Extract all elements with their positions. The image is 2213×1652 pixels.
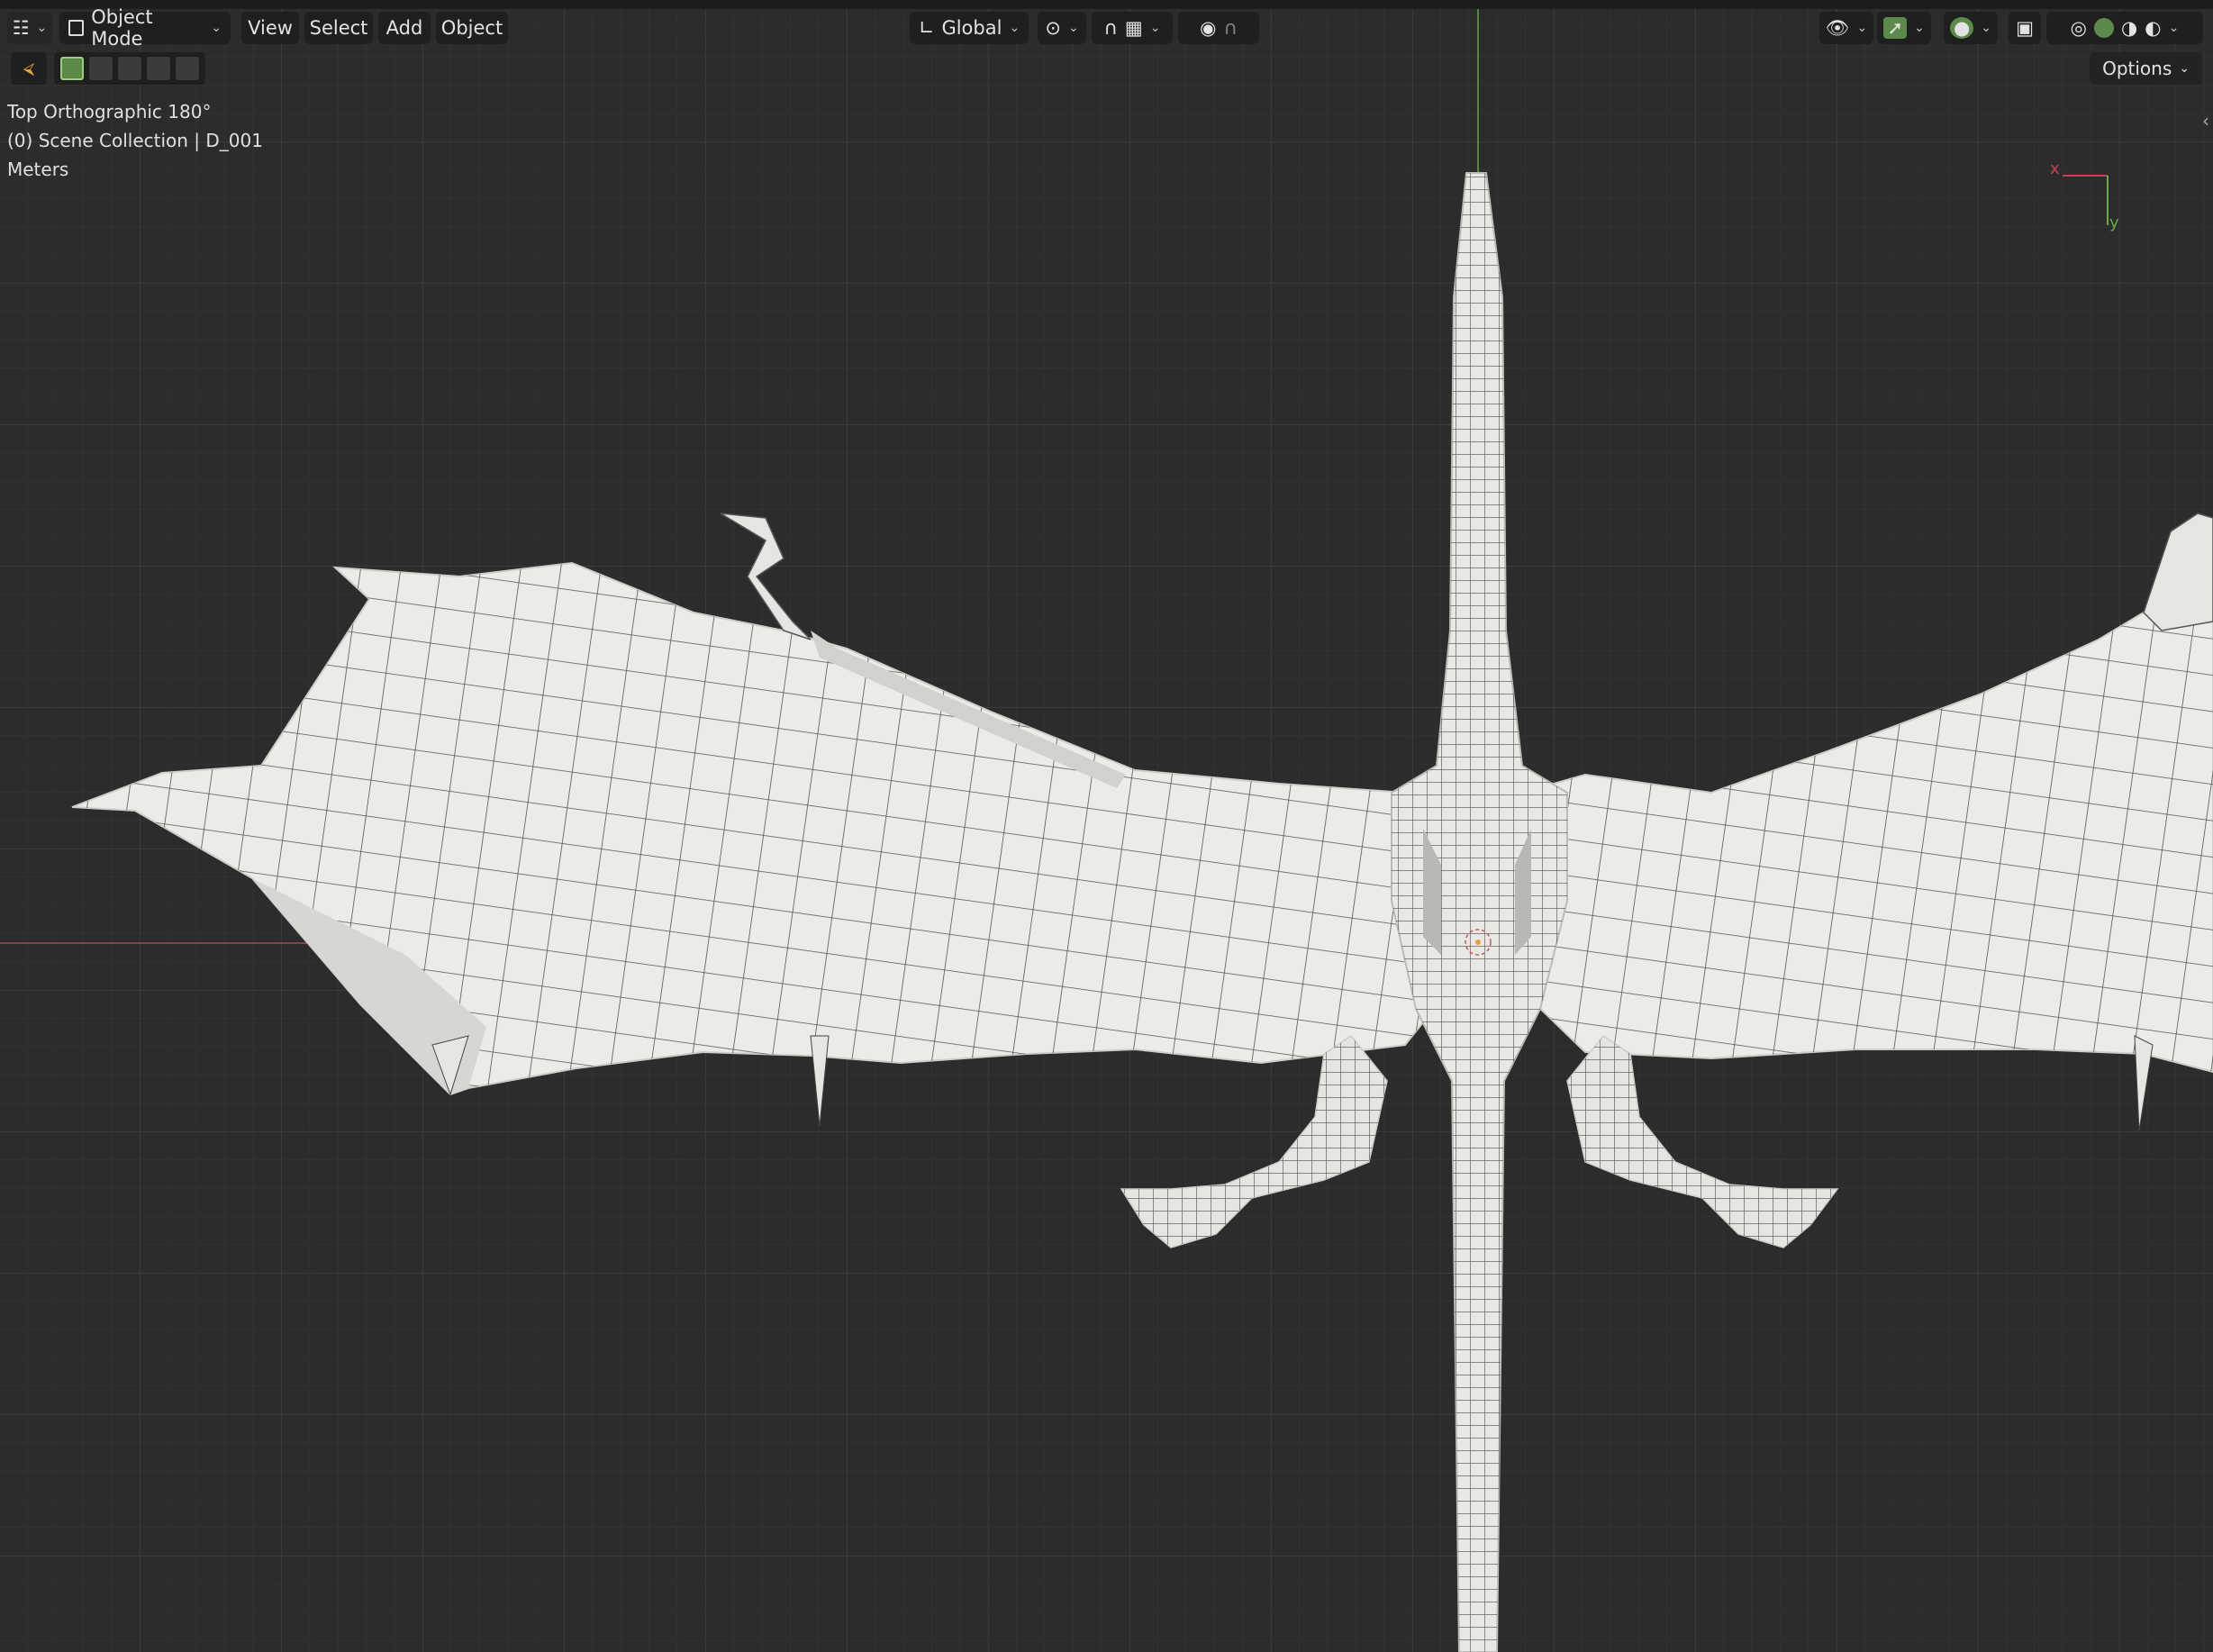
left-leg (1120, 1034, 1388, 1248)
chevron-down-icon: ⌄ (211, 21, 222, 35)
menu-select-label: Select (309, 17, 368, 39)
viewport-header: ☷ ⌄ Object Mode ⌄ View Select Add Object … (0, 0, 2213, 52)
orientation-label: Global (941, 17, 1002, 39)
options-label: Options (2102, 58, 2172, 79)
gizmo-toggle[interactable]: ➚ ⌄ (1877, 12, 1931, 44)
invert-selection-icon[interactable] (147, 57, 170, 80)
visibility-dropdown[interactable]: 👁 ⌄ (1819, 12, 1873, 44)
mode-dropdown[interactable]: Object Mode ⌄ (59, 6, 231, 50)
falloff-curve-icon: ∩ (1223, 17, 1238, 39)
proportional-edit-icon: ◉ (1200, 17, 1217, 39)
mode-label: Object Mode (91, 6, 153, 50)
menu-view[interactable]: View (241, 12, 299, 44)
snap-controls[interactable]: ∩ ▦ ⌄ (1092, 12, 1173, 44)
transform-orientation-dropdown[interactable]: ∟ Global ⌄ (910, 12, 1029, 44)
chevron-down-icon: ⌄ (1913, 21, 1925, 35)
object-mode-icon (68, 20, 85, 36)
navigation-gizmo[interactable]: x y (2045, 158, 2119, 239)
chevron-down-icon: ⌄ (2168, 21, 2180, 35)
editor-type-button[interactable]: ☷ ⌄ (7, 12, 52, 44)
dragon-mesh[interactable] (0, 0, 2213, 1652)
subtract-selection-icon[interactable] (118, 57, 141, 80)
gizmo-x-label: x (2050, 159, 2060, 178)
editor-type-icon: ☷ (12, 17, 30, 39)
menu-object[interactable]: Object (436, 12, 508, 44)
wireframe-shading-icon[interactable]: ◎ (2071, 17, 2087, 39)
gizmo-y-label: y (2109, 213, 2119, 232)
select-tool-button[interactable]: ⮘ (11, 52, 47, 85)
left-wing (71, 513, 1452, 1127)
right-wing (1511, 513, 2213, 1131)
pivot-point-icon: ⊙ (1045, 17, 1061, 39)
xray-toggle[interactable]: ▣ (2009, 12, 2041, 44)
options-dropdown[interactable]: Options ⌄ (2090, 52, 2202, 85)
extend-selection-icon[interactable] (89, 57, 113, 80)
right-leg (1566, 1034, 1839, 1248)
menu-add[interactable]: Add (378, 12, 431, 44)
menu-select[interactable]: Select (304, 12, 373, 44)
select-box-icon: ⮘ (23, 59, 35, 78)
rendered-shading-icon[interactable]: ◐ (2145, 17, 2161, 39)
chevron-down-icon: ⌄ (1009, 21, 1020, 35)
chevron-down-icon: ⌄ (1067, 21, 1079, 35)
solid-shading-icon[interactable] (2093, 18, 2114, 38)
proportional-edit-controls[interactable]: ◉ ∩ (1178, 12, 1259, 44)
intersect-selection-icon[interactable] (176, 57, 199, 80)
dragon-body (1391, 172, 1568, 1652)
collection-info: (0) Scene Collection | D_001 (7, 130, 263, 151)
overlays-toggle[interactable]: ● ⌄ (1944, 12, 1998, 44)
chevron-down-icon: ⌄ (1981, 21, 1992, 35)
material-shading-icon[interactable]: ◑ (2121, 17, 2137, 39)
pivot-point-dropdown[interactable]: ⊙ ⌄ (1038, 12, 1086, 44)
chevron-down-icon: ⌄ (2179, 61, 2190, 76)
menu-view-label: View (248, 17, 293, 39)
view-name: Top Orthographic 180° (7, 101, 212, 123)
snap-increment-icon: ▦ (1124, 17, 1143, 39)
chevron-down-icon: ⌄ (1856, 21, 1868, 35)
magnet-icon: ∩ (1103, 17, 1118, 39)
selection-mode-group (54, 52, 205, 85)
gizmo-icon: ➚ (1883, 17, 1907, 39)
sidebar-toggle-icon[interactable]: ‹ (2202, 110, 2209, 132)
xray-icon: ▣ (2016, 17, 2034, 39)
chevron-down-icon: ⌄ (36, 21, 48, 35)
set-new-selection-icon[interactable] (60, 57, 84, 80)
shading-modes[interactable]: ◎ ◑ ◐ ⌄ (2046, 12, 2203, 44)
menu-add-label: Add (385, 17, 423, 39)
menu-object-label: Object (440, 17, 503, 39)
chevron-down-icon: ⌄ (1149, 21, 1161, 35)
orientation-icon: ∟ (918, 17, 935, 39)
eye-icon: 👁 (1825, 16, 1850, 39)
overlays-icon: ● (1949, 17, 1974, 39)
units-label: Meters (7, 159, 69, 180)
